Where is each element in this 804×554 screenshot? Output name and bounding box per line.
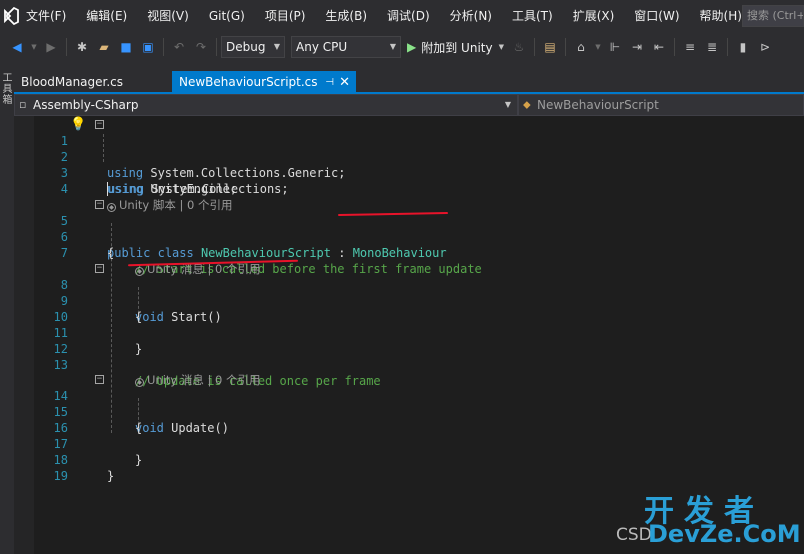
toolbar-separator (673, 38, 675, 56)
menu-edit[interactable]: 编辑(E) (76, 0, 137, 32)
menu-tools[interactable]: 工具(T) (502, 0, 563, 32)
code-line: 1 💡 − using System.Collections; (14, 117, 804, 196)
code-line: 2 using System.Collections.Generic; (14, 133, 804, 180)
code-line: 11 } (14, 309, 804, 356)
type-value: NewBehaviourScript (537, 98, 659, 112)
search-input[interactable]: 搜索 (Ctrl+ (742, 5, 804, 27)
menu-extensions[interactable]: 扩展(X) (563, 0, 625, 32)
code-line: 13 // Update is called once per frame (14, 341, 804, 388)
menu-project[interactable]: 项目(P) (255, 0, 316, 32)
hot-reload-icon[interactable]: ♨ (510, 38, 528, 56)
toolbox-label[interactable]: 工具箱 (0, 72, 13, 105)
document-tab-bar: BloodManager.cs NewBehaviourScript.cs ⊣ … (14, 62, 804, 94)
open-icon[interactable]: ▰ (95, 38, 113, 56)
code-text: } (107, 469, 115, 483)
bookmark-next-icon[interactable]: ⊳ (756, 38, 774, 56)
toolbar-separator (726, 38, 728, 56)
tab-newbehaviourscript[interactable]: NewBehaviourScript.cs ⊣ ✕ (172, 71, 356, 94)
menu-bar: 文件(F) 编辑(E) 视图(V) Git(G) 项目(P) 生成(B) 调试(… (0, 0, 804, 32)
menu-analyze[interactable]: 分析(N) (440, 0, 502, 32)
undo-icon[interactable]: ↶ (170, 38, 188, 56)
menu-window[interactable]: 窗口(W) (624, 0, 689, 32)
codelens-line: ◆ Unity 消息 | 0 个引用 (14, 356, 804, 387)
menu-file[interactable]: 文件(F) (22, 0, 76, 32)
toolbar-separator (533, 38, 535, 56)
collapse-icon[interactable]: − (95, 264, 104, 273)
chevron-down-icon: ▼ (273, 42, 280, 51)
forward-icon[interactable]: ▶ (42, 38, 60, 56)
code-line: 14 − void Update() (14, 372, 804, 436)
home-icon[interactable]: ⌂ (572, 38, 590, 56)
project-select[interactable]: ▫ Assembly-CSharp ▼ (14, 94, 518, 116)
csharp-project-icon: ▫ (19, 98, 27, 111)
code-line: 15 { (14, 388, 804, 435)
code-line: 17 } (14, 420, 804, 467)
watermark-en: DevZe.CoM (648, 520, 801, 548)
lightbulb-icon[interactable]: 💡 (70, 117, 86, 133)
project-value: Assembly-CSharp (33, 98, 139, 112)
toolbar-separator (163, 38, 164, 56)
toolbox-strip[interactable]: 工具箱 (0, 62, 14, 554)
code-line: 18 } (14, 436, 804, 483)
platform-value: Any CPU (296, 40, 348, 54)
back-icon[interactable]: ◀ (8, 38, 26, 56)
code-line: 10 (14, 293, 804, 324)
line-number: 19 (53, 469, 68, 483)
close-icon[interactable]: ✕ (339, 71, 350, 94)
platform-select[interactable]: Any CPU ▼ (291, 36, 401, 58)
collapse-icon[interactable]: − (95, 120, 104, 129)
run-label: 附加到 Unity (421, 40, 493, 55)
tab-label: NewBehaviourScript.cs (179, 75, 318, 89)
codelens-line: ◆ Unity 消息 | 0 个引用 (14, 245, 804, 276)
bookmark-icon[interactable]: ▮ (734, 38, 752, 56)
code-line: 5 − public class NewBehaviourScript : Mo… (14, 197, 804, 261)
tab-bloodmanager[interactable]: BloodManager.cs (14, 71, 164, 94)
collapse-icon[interactable]: − (95, 375, 104, 384)
pin-icon[interactable]: ⊣ (325, 71, 334, 94)
align-icon[interactable]: ⊩ (606, 38, 624, 56)
chevron-down-icon: ▼ (504, 100, 511, 109)
code-line: 8 − void Start() (14, 261, 804, 325)
collapse-icon[interactable]: − (95, 200, 104, 209)
chevron-down-icon: ▼ (389, 42, 396, 51)
code-line: 3 using UnityEngine; (14, 149, 804, 196)
uncomment-icon[interactable]: ≣ (703, 38, 721, 56)
play-icon: ▶ (407, 40, 417, 54)
attach-to-unity-button[interactable]: ▶ 附加到 Unity ▼ (407, 39, 504, 56)
type-select[interactable]: ⬥ NewBehaviourScript (518, 94, 804, 116)
toolbar-separator (564, 38, 566, 56)
tab-label: BloodManager.cs (21, 75, 124, 89)
code-line: 4 (14, 165, 804, 196)
dropdown-arrow-icon[interactable]: ▼ (30, 38, 38, 56)
toolbar: ◀ ▼ ▶ ✱ ▰ ■ ▣ ↶ ↷ Debug ▼ Any CPU ▼ ▶ 附加… (0, 32, 804, 62)
toolbar-separator (216, 38, 217, 56)
menu-debug[interactable]: 调试(D) (377, 0, 440, 32)
code-line: 6 { (14, 213, 804, 260)
dropdown-arrow-icon[interactable]: ▼ (594, 38, 602, 56)
save-icon[interactable]: ■ (117, 38, 135, 56)
code-line: 12 (14, 325, 804, 356)
visual-studio-logo-icon[interactable] (0, 0, 22, 32)
configuration-select[interactable]: Debug ▼ (221, 36, 285, 58)
class-icon: ⬥ (523, 98, 531, 111)
chevron-down-icon: ▼ (498, 43, 504, 51)
find-icon[interactable]: ▤ (541, 38, 559, 56)
save-all-icon[interactable]: ▣ (139, 38, 157, 56)
navigation-bar: ▫ Assembly-CSharp ▼ ⬥ NewBehaviourScript (14, 94, 804, 116)
toolbar-separator (66, 38, 67, 56)
code-line: 16 (14, 404, 804, 435)
step-into-icon[interactable]: ⇥ (628, 38, 646, 56)
new-project-icon[interactable]: ✱ (73, 38, 91, 56)
code-line: 7 // Start is called before the first fr… (14, 229, 804, 276)
step-over-icon[interactable]: ⇤ (650, 38, 668, 56)
comment-icon[interactable]: ≡ (681, 38, 699, 56)
codelens-line: ◆ Unity 脚本 | 0 个引用 (14, 181, 804, 212)
menu-view[interactable]: 视图(V) (137, 0, 199, 32)
menu-git[interactable]: Git(G) (199, 0, 255, 32)
code-line: 9 { (14, 277, 804, 324)
configuration-value: Debug (226, 40, 266, 54)
redo-icon[interactable]: ↷ (192, 38, 210, 56)
menu-build[interactable]: 生成(B) (315, 0, 377, 32)
code-line: 19 (14, 452, 804, 483)
